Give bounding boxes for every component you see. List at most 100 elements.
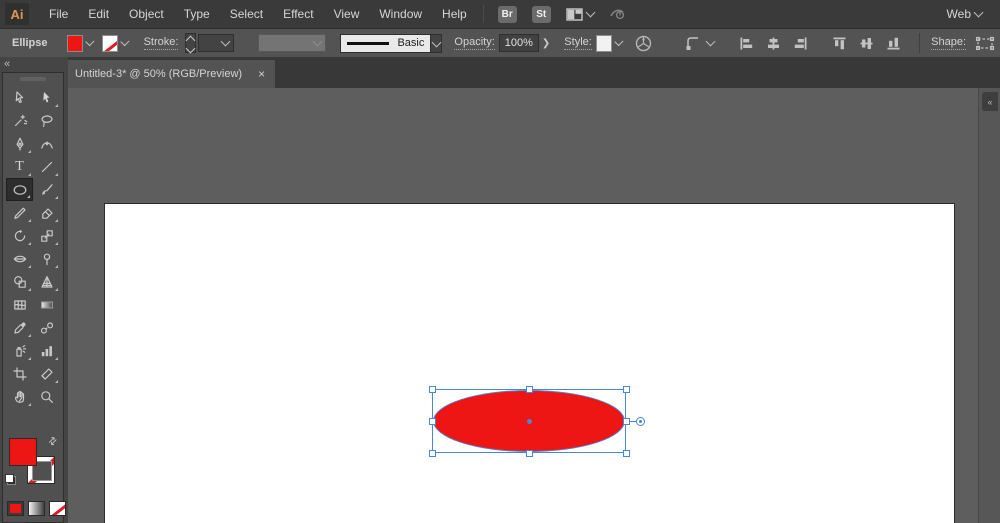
tool-pen[interactable]: [6, 132, 33, 155]
touch-workspace-icon[interactable]: [608, 6, 626, 22]
fill-proxy-swatch[interactable]: [9, 438, 37, 466]
align-right-icon[interactable]: [793, 36, 808, 51]
tool-mesh[interactable]: [6, 293, 33, 316]
workspace-dropdown[interactable]: Web: [947, 7, 984, 21]
color-button[interactable]: [7, 501, 24, 516]
close-icon[interactable]: ×: [258, 68, 265, 80]
shape-properties-icon[interactable]: [975, 36, 995, 51]
recolor-artwork-icon[interactable]: [635, 35, 652, 52]
fill-color-swatch[interactable]: [67, 34, 84, 52]
tool-eraser[interactable]: [33, 201, 60, 224]
selection-handle[interactable]: [525, 449, 533, 457]
selection-handle[interactable]: [622, 449, 630, 457]
chevron-down-icon[interactable]: [614, 37, 624, 46]
expand-panels-icon[interactable]: «: [982, 92, 998, 111]
tool-line-segment[interactable]: [33, 155, 60, 178]
align-top-icon[interactable]: [832, 36, 847, 51]
flyout-indicator: [55, 380, 58, 383]
flyout-indicator: [28, 288, 31, 291]
tool-direct-selection[interactable]: [33, 86, 60, 109]
selection-handle[interactable]: [428, 417, 436, 425]
tool-artboard[interactable]: [6, 362, 33, 385]
tool-paintbrush[interactable]: [33, 178, 60, 201]
tool-width[interactable]: [6, 247, 33, 270]
flyout-indicator: [28, 242, 31, 245]
tool-pencil[interactable]: [6, 201, 33, 224]
align-center-icon[interactable]: [766, 36, 781, 51]
swap-fill-stroke-icon[interactable]: ⇄: [46, 435, 60, 449]
menu-item-select[interactable]: Select: [220, 0, 273, 28]
align-left-icon[interactable]: [739, 36, 754, 51]
shape-center-point[interactable]: [526, 418, 532, 424]
tool-blend[interactable]: [33, 316, 60, 339]
menu-item-help[interactable]: Help: [432, 0, 477, 28]
stroke-weight-stepper[interactable]: [185, 33, 196, 54]
menu-item-type[interactable]: Type: [174, 0, 220, 28]
menu-item-effect[interactable]: Effect: [273, 0, 323, 28]
stroke-label[interactable]: Stroke:: [143, 36, 179, 50]
tool-curvature[interactable]: [33, 132, 60, 155]
opacity-flyout-icon[interactable]: ❯: [542, 38, 550, 49]
selection-handle[interactable]: [622, 417, 630, 425]
document-tab[interactable]: Untitled-3* @ 50% (RGB/Preview) ×: [65, 60, 276, 88]
transform-options-icon[interactable]: [685, 35, 716, 51]
divider: [482, 5, 484, 23]
menu-item-window[interactable]: Window: [369, 0, 432, 28]
selection-handle[interactable]: [622, 385, 630, 393]
tool-lasso[interactable]: [33, 109, 60, 132]
align-bottom-icon[interactable]: [886, 36, 901, 51]
tool-slice[interactable]: [33, 362, 60, 385]
workspace-switcher-icon[interactable]: [566, 7, 596, 22]
brush-stroke-preview: [347, 41, 390, 45]
tool-eyedropper[interactable]: [6, 316, 33, 339]
tool-zoom[interactable]: [33, 385, 60, 408]
tool-type[interactable]: T: [6, 155, 33, 178]
menu-item-view[interactable]: View: [324, 0, 370, 28]
opacity-input[interactable]: 100%: [498, 34, 539, 52]
tool-hand[interactable]: [6, 385, 33, 408]
gradient-button[interactable]: [28, 501, 45, 516]
tool-column-graph[interactable]: [33, 339, 60, 362]
default-fill-stroke-icon[interactable]: [5, 474, 16, 485]
artboard[interactable]: [104, 203, 955, 523]
tool-symbol-sprayer[interactable]: [6, 339, 33, 362]
collapse-tools-icon[interactable]: «: [4, 58, 10, 70]
tool-rotate[interactable]: [6, 224, 33, 247]
tool-magic-wand[interactable]: [6, 109, 33, 132]
chevron-down-icon[interactable]: [85, 37, 95, 46]
tool-scale[interactable]: [33, 224, 60, 247]
shape-label[interactable]: Shape:: [931, 36, 967, 50]
stroke-weight-dropdown[interactable]: [197, 34, 234, 52]
panel-drag-handle[interactable]: [20, 77, 46, 81]
pie-widget-icon[interactable]: [636, 416, 645, 426]
tool-shape-builder[interactable]: [6, 270, 33, 293]
bridge-button[interactable]: Br: [497, 5, 517, 23]
opacity-label[interactable]: Opacity:: [454, 36, 495, 50]
selection-handle[interactable]: [525, 385, 533, 393]
tool-puppet-warp[interactable]: [33, 247, 60, 270]
brush-definition-chevron[interactable]: [430, 33, 443, 53]
selection-handle[interactable]: [428, 385, 436, 393]
brush-definition-field[interactable]: Basic: [340, 33, 431, 53]
control-bar: Ellipse Stroke: Basic Opacity: 100% ❯ St…: [0, 28, 1000, 57]
style-label[interactable]: Style:: [564, 36, 592, 50]
menu-item-object[interactable]: Object: [119, 0, 174, 28]
tool-gradient[interactable]: [33, 293, 60, 316]
none-button[interactable]: [49, 501, 66, 516]
chevron-down-icon[interactable]: [120, 37, 130, 46]
tool-selection[interactable]: [6, 86, 33, 109]
width-profile-dropdown: [257, 34, 327, 52]
zoom-icon: [40, 390, 53, 403]
stock-button[interactable]: St: [531, 5, 551, 23]
selection-handle[interactable]: [428, 449, 436, 457]
align-middle-icon[interactable]: [859, 36, 874, 51]
stepper-down-icon[interactable]: [185, 43, 196, 54]
tool-perspective-grid[interactable]: [33, 270, 60, 293]
stroke-color-swatch[interactable]: [102, 34, 118, 52]
menu-item-edit[interactable]: Edit: [78, 0, 119, 28]
scale-icon: [40, 229, 53, 242]
style-swatch[interactable]: [595, 34, 612, 52]
tool-ellipse[interactable]: [6, 178, 33, 201]
menu-item-file[interactable]: File: [39, 0, 78, 28]
right-panel-dock[interactable]: «: [978, 88, 1000, 523]
